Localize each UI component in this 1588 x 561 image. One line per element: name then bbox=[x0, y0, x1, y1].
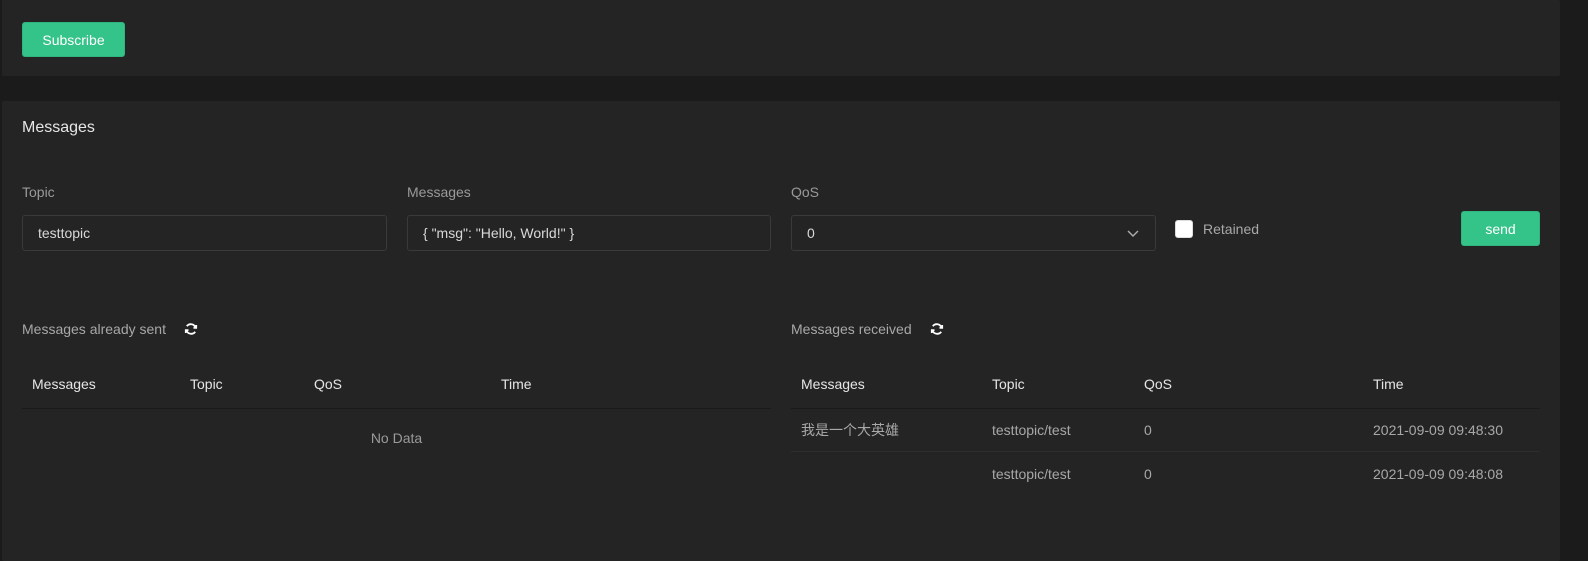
chevron-down-icon bbox=[1127, 230, 1139, 238]
column-header: Messages bbox=[32, 375, 96, 392]
received-section-header: Messages received bbox=[791, 321, 944, 337]
table-header: Messages Topic QoS Time bbox=[22, 359, 771, 409]
table-row: 我是一个大英雄 testtopic/test 0 2021-09-09 09:4… bbox=[791, 409, 1540, 452]
retained-checkbox[interactable] bbox=[1175, 220, 1193, 238]
received-section-title: Messages received bbox=[791, 321, 912, 337]
cell-topic: testtopic/test bbox=[992, 465, 1071, 482]
messages-card: Messages Topic Messages QoS testtopic { … bbox=[2, 101, 1560, 561]
topic-label: Topic bbox=[22, 184, 55, 200]
subscribe-card: Subscribe bbox=[2, 0, 1560, 76]
qos-select[interactable]: 0 bbox=[791, 215, 1156, 251]
subscribe-button[interactable]: Subscribe bbox=[22, 22, 125, 57]
retained-label: Retained bbox=[1203, 221, 1260, 237]
message-input[interactable]: { "msg": "Hello, World!" } bbox=[407, 215, 771, 251]
qos-select-value: 0 bbox=[807, 225, 815, 241]
refresh-icon[interactable] bbox=[930, 322, 944, 336]
cell-topic: testtopic/test bbox=[992, 422, 1071, 438]
table-row: testtopic/test 0 2021-09-09 09:48:08 bbox=[791, 452, 1540, 495]
sent-table: Messages Topic QoS Time No Data bbox=[22, 359, 771, 446]
table-header: Messages Topic QoS Time bbox=[791, 359, 1540, 409]
cell-time: 2021-09-09 09:48:08 bbox=[1373, 465, 1503, 482]
cell-qos: 0 bbox=[1144, 422, 1152, 438]
column-header: QoS bbox=[1144, 375, 1173, 392]
column-header: QoS bbox=[314, 375, 343, 392]
sent-section-title: Messages already sent bbox=[22, 321, 166, 337]
topic-input[interactable]: testtopic bbox=[22, 215, 387, 251]
cell-time: 2021-09-09 09:48:30 bbox=[1373, 422, 1503, 438]
qos-label: QoS bbox=[791, 184, 820, 200]
messages-label: Messages bbox=[407, 184, 471, 200]
card-title: Messages bbox=[22, 119, 95, 136]
received-table: Messages Topic QoS Time 我是一个大英雄 testtopi… bbox=[791, 359, 1540, 495]
topic-input-value: testtopic bbox=[38, 225, 91, 241]
column-header: Topic bbox=[190, 375, 223, 392]
refresh-icon[interactable] bbox=[184, 322, 198, 336]
retained-option[interactable]: Retained bbox=[1175, 220, 1259, 238]
column-header: Topic bbox=[992, 375, 1025, 392]
column-header: Messages bbox=[801, 375, 865, 392]
message-input-value: { "msg": "Hello, World!" } bbox=[423, 225, 575, 241]
column-header: Time bbox=[501, 375, 532, 392]
send-button[interactable]: send bbox=[1461, 211, 1540, 246]
sent-section-header: Messages already sent bbox=[22, 321, 198, 337]
empty-state: No Data bbox=[370, 430, 423, 446]
cell-message: 我是一个大英雄 bbox=[801, 422, 899, 438]
column-header: Time bbox=[1373, 375, 1404, 392]
cell-qos: 0 bbox=[1144, 465, 1152, 482]
